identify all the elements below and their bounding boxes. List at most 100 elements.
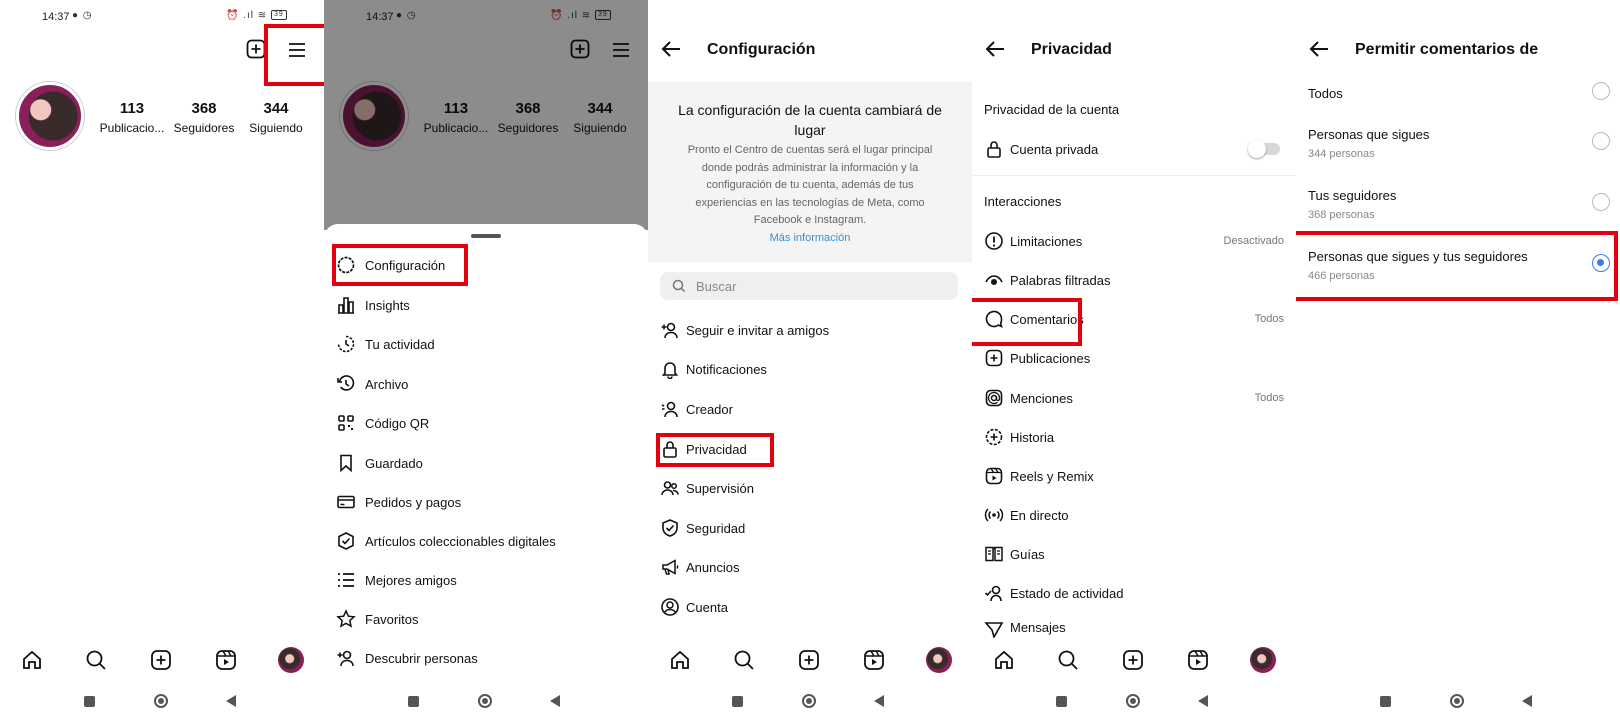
bottom-nav bbox=[648, 647, 972, 678]
profile-tab-avatar[interactable] bbox=[1250, 647, 1276, 673]
radio-following[interactable] bbox=[1592, 132, 1610, 150]
private-account-label: Cuenta privada bbox=[1010, 141, 1099, 157]
send-icon bbox=[984, 622, 1004, 638]
back-arrow-icon[interactable] bbox=[984, 39, 1006, 65]
create-icon[interactable] bbox=[1121, 648, 1149, 676]
menu-item-label: Mejores amigos bbox=[365, 572, 457, 588]
search-icon[interactable] bbox=[1056, 648, 1084, 676]
privacy-item-menciones[interactable]: Menciones Todos bbox=[984, 386, 1284, 410]
reels-icon[interactable] bbox=[214, 648, 242, 676]
menu-item-label: Archivo bbox=[365, 376, 409, 392]
eye-icon bbox=[985, 275, 1003, 285]
lock-icon bbox=[987, 141, 1001, 158]
stat-following[interactable]: 344 Siguiendo bbox=[238, 100, 314, 135]
radio-followers[interactable] bbox=[1592, 193, 1610, 211]
settings-item-notificaciones[interactable]: Notificaciones bbox=[660, 357, 960, 381]
more-info-link[interactable]: Más información bbox=[648, 232, 972, 244]
new-post-icon[interactable] bbox=[246, 39, 266, 59]
create-icon[interactable] bbox=[149, 648, 177, 676]
home-button[interactable] bbox=[1450, 694, 1464, 708]
highlight-selected-option bbox=[1296, 231, 1618, 301]
privacy-item-label: Reels y Remix bbox=[1010, 468, 1094, 484]
reels-icon[interactable] bbox=[1186, 648, 1214, 676]
dim-overlay[interactable] bbox=[324, 0, 648, 230]
create-icon[interactable] bbox=[797, 648, 825, 676]
reels-icon[interactable] bbox=[862, 648, 890, 676]
menu-item-archivo[interactable]: Archivo bbox=[336, 372, 408, 396]
stat-posts[interactable]: 113 Publicacio... bbox=[94, 100, 170, 135]
menu-item-descubrir[interactable]: Descubrir personas bbox=[336, 646, 478, 670]
privacy-item-mensajes[interactable]: Mensajes bbox=[984, 620, 1284, 638]
sheet-handle[interactable] bbox=[471, 234, 501, 238]
private-account-toggle[interactable] bbox=[1248, 140, 1280, 158]
supervision-icon bbox=[661, 481, 679, 496]
privacy-item-guias[interactable]: Guías bbox=[984, 542, 1284, 566]
privacy-item-estado-actividad[interactable]: Estado de actividad bbox=[984, 581, 1284, 605]
privacy-item-publicaciones[interactable]: Publicaciones bbox=[984, 346, 1284, 370]
stat-followers[interactable]: 368 Seguidores bbox=[166, 100, 242, 135]
menu-item-guardado[interactable]: Guardado bbox=[336, 451, 423, 475]
system-nav bbox=[648, 694, 972, 712]
settings-item-cuenta[interactable]: Cuenta bbox=[660, 595, 960, 619]
back-button[interactable] bbox=[1198, 695, 1208, 707]
private-account-row[interactable]: Cuenta privada bbox=[984, 137, 1284, 161]
back-arrow-icon[interactable] bbox=[1308, 39, 1330, 65]
profile-tab-avatar[interactable] bbox=[926, 647, 952, 673]
bell-icon bbox=[661, 362, 679, 379]
back-arrow-icon[interactable] bbox=[660, 39, 682, 65]
menu-item-coleccionables[interactable]: Artículos coleccionables digitales bbox=[336, 529, 556, 553]
home-button[interactable] bbox=[478, 694, 492, 708]
recent-apps-button[interactable] bbox=[1380, 696, 1391, 707]
privacy-item-palabras-filtradas[interactable]: Palabras filtradas bbox=[984, 268, 1284, 292]
menu-item-pedidos-pagos[interactable]: Pedidos y pagos bbox=[336, 490, 461, 514]
settings-item-seguridad[interactable]: Seguridad bbox=[660, 516, 960, 540]
settings-item-seguir-invitar[interactable]: Seguir e invitar a amigos bbox=[660, 318, 960, 342]
profile-tab-avatar[interactable] bbox=[278, 647, 304, 673]
settings-item-anuncios[interactable]: Anuncios bbox=[660, 555, 960, 579]
menu-item-label: Artículos coleccionables digitales bbox=[365, 533, 556, 549]
back-button[interactable] bbox=[226, 695, 236, 707]
privacy-item-value: Desactivado bbox=[1223, 235, 1284, 247]
profile-avatar[interactable] bbox=[16, 82, 84, 150]
privacy-item-en-directo[interactable]: En directo bbox=[984, 503, 1284, 527]
radio-todos[interactable] bbox=[1592, 82, 1610, 100]
recent-apps-button[interactable] bbox=[84, 696, 95, 707]
back-button[interactable] bbox=[1522, 695, 1532, 707]
privacy-item-label: Estado de actividad bbox=[1010, 585, 1124, 601]
home-button[interactable] bbox=[802, 694, 816, 708]
highlight-privacidad bbox=[656, 433, 774, 467]
menu-item-insights[interactable]: Insights bbox=[336, 293, 410, 317]
settings-item-label: Cuenta bbox=[686, 599, 728, 615]
search-field[interactable]: Buscar bbox=[660, 272, 958, 300]
privacy-item-reels[interactable]: Reels y Remix bbox=[984, 464, 1284, 488]
home-icon[interactable] bbox=[20, 648, 48, 676]
menu-item-mejores-amigos[interactable]: Mejores amigos bbox=[336, 568, 457, 592]
back-button[interactable] bbox=[550, 695, 560, 707]
option-followers-label: Tus seguidores bbox=[1308, 188, 1397, 203]
recent-apps-button[interactable] bbox=[732, 696, 743, 707]
menu-item-label: Favoritos bbox=[365, 611, 419, 627]
recent-apps-button[interactable] bbox=[1056, 696, 1067, 707]
system-nav bbox=[1296, 694, 1620, 712]
home-icon[interactable] bbox=[992, 648, 1020, 676]
privacy-item-limitaciones[interactable]: Limitaciones Desactivado bbox=[984, 229, 1284, 253]
home-button[interactable] bbox=[1126, 694, 1140, 708]
menu-item-codigo-qr[interactable]: Código QR bbox=[336, 411, 429, 435]
home-button[interactable] bbox=[154, 694, 168, 708]
menu-item-favoritos[interactable]: Favoritos bbox=[336, 607, 418, 631]
creator-icon bbox=[661, 401, 678, 418]
menu-item-tu-actividad[interactable]: Tu actividad bbox=[336, 332, 435, 356]
search-placeholder: Buscar bbox=[696, 278, 737, 294]
qr-icon bbox=[338, 415, 354, 431]
home-icon[interactable] bbox=[668, 648, 696, 676]
bookmark-icon bbox=[340, 454, 352, 473]
search-icon[interactable] bbox=[732, 648, 760, 676]
menu-item-label: Código QR bbox=[365, 415, 430, 431]
settings-item-supervision[interactable]: Supervisión bbox=[660, 476, 960, 500]
recent-apps-button[interactable] bbox=[408, 696, 419, 707]
search-icon[interactable] bbox=[84, 648, 112, 676]
add-person-icon bbox=[337, 650, 354, 667]
privacy-item-historia[interactable]: Historia bbox=[984, 425, 1284, 449]
back-button[interactable] bbox=[874, 695, 884, 707]
settings-item-creador[interactable]: Creador bbox=[660, 397, 960, 421]
